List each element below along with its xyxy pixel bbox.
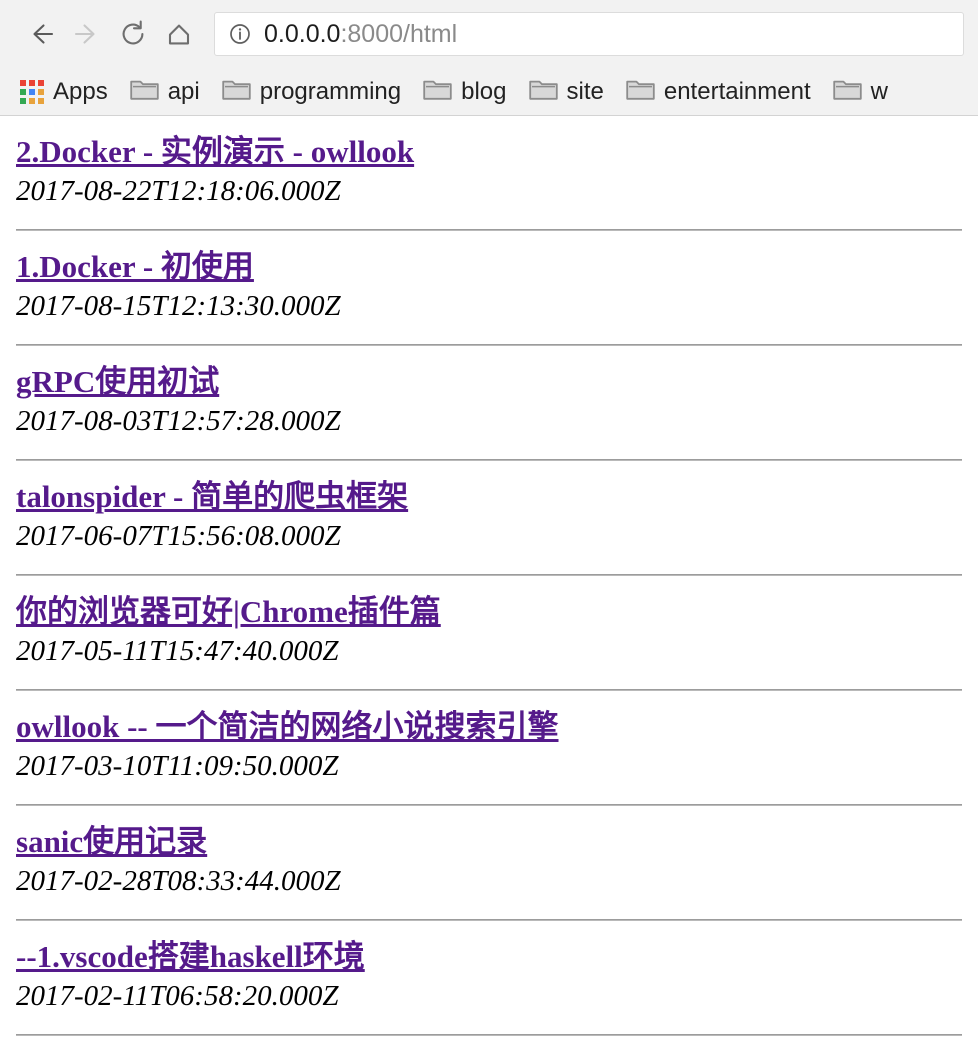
browser-toolbar: 0.0.0.0:8000/html — [0, 0, 978, 68]
reload-button[interactable] — [110, 11, 156, 57]
entry-date: 2017-08-03T12:57:28.000Z — [16, 405, 341, 437]
entry-link[interactable]: --1.vscode搭建haskell环境 — [16, 939, 365, 974]
bookmark-item-entertainment[interactable]: entertainment — [626, 77, 811, 106]
browser-chrome: 0.0.0.0:8000/html Apps api programming b… — [0, 0, 978, 116]
list-item: 1.Docker - 初使用 2017-08-15T12:13:30.000Z — [0, 231, 978, 346]
entry-link[interactable]: 2.Docker - 实例演示 - owllook — [16, 134, 414, 169]
list-item: sanic使用记录 2017-02-28T08:33:44.000Z — [0, 806, 978, 921]
reload-icon — [118, 19, 148, 49]
address-bar[interactable]: 0.0.0.0:8000/html — [214, 12, 964, 56]
url-path: :8000/html — [340, 20, 458, 48]
entry-title-row: owllook -- 一个简洁的网络小说搜索引擎 — [8, 691, 970, 745]
bookmark-item-blog[interactable]: blog — [423, 77, 507, 106]
entry-link[interactable]: gRPC使用初试 — [16, 364, 219, 399]
entry-title-row: talonspider - 简单的爬虫框架 — [8, 461, 970, 515]
entry-title-row: --1.vscode搭建haskell环境 — [8, 921, 970, 975]
list-item: owllook -- 一个简洁的网络小说搜索引擎 2017-03-10T11:0… — [0, 691, 978, 806]
folder-icon — [222, 77, 251, 106]
back-button[interactable] — [18, 11, 64, 57]
bookmark-label: site — [566, 77, 604, 105]
list-item: gRPC使用初试 2017-08-03T12:57:28.000Z — [0, 346, 978, 461]
bookmark-item-site[interactable]: site — [528, 77, 604, 106]
entry-title-row: gRPC使用初试 — [8, 346, 970, 400]
url-text: 0.0.0.0:8000/html — [264, 20, 457, 48]
home-icon — [164, 19, 194, 49]
entry-link[interactable]: 1.Docker - 初使用 — [16, 249, 254, 284]
entry-date: 2017-02-28T08:33:44.000Z — [16, 865, 341, 897]
entry-date: 2017-03-10T11:09:50.000Z — [16, 750, 339, 782]
entry-link[interactable]: 你的浏览器可好|Chrome插件篇 — [16, 594, 441, 629]
entry-date: 2017-06-07T15:56:08.000Z — [16, 520, 341, 552]
forward-button[interactable] — [64, 11, 110, 57]
list-item: talonspider - 简单的爬虫框架 2017-06-07T15:56:0… — [0, 461, 978, 576]
bookmark-label: w — [870, 77, 888, 105]
bookmark-label: programming — [259, 77, 402, 105]
entry-title-row: sanic使用记录 — [8, 806, 970, 860]
home-button[interactable] — [156, 11, 202, 57]
list-item: 2.Docker - 实例演示 - owllook 2017-08-22T12:… — [0, 116, 978, 231]
entry-link[interactable]: owllook -- 一个简洁的网络小说搜索引擎 — [16, 709, 559, 744]
bookmark-label: blog — [461, 77, 507, 105]
entry-date: 2017-05-11T15:47:40.000Z — [16, 635, 339, 667]
entry-date: 2017-08-22T12:18:06.000Z — [16, 175, 341, 207]
apps-grid-icon — [20, 79, 44, 104]
entry-title-row: 2.Docker - 实例演示 - owllook — [8, 116, 970, 170]
folder-icon — [423, 77, 452, 106]
folder-icon — [528, 77, 558, 106]
entry-separator — [16, 1034, 962, 1036]
bookmark-apps[interactable]: Apps — [20, 77, 108, 105]
bookmark-label: api — [167, 77, 200, 105]
folder-icon — [626, 77, 655, 106]
entry-link[interactable]: sanic使用记录 — [16, 824, 207, 859]
bookmark-label: entertainment — [663, 77, 811, 105]
entry-title-row: 1.Docker - 初使用 — [8, 231, 970, 285]
bookmark-item-truncated[interactable]: w — [832, 77, 888, 106]
bookmark-item-api[interactable]: api — [130, 77, 200, 106]
entry-date: 2017-08-15T12:13:30.000Z — [16, 290, 341, 322]
list-item: 你的浏览器可好|Chrome插件篇 2017-05-11T15:47:40.00… — [0, 576, 978, 691]
folder-icon — [130, 77, 159, 106]
arrow-left-icon — [26, 19, 56, 49]
page-content: 2.Docker - 实例演示 - owllook 2017-08-22T12:… — [0, 116, 978, 1036]
bookmark-item-programming[interactable]: programming — [222, 77, 401, 106]
info-circle-icon[interactable] — [229, 23, 251, 45]
url-host: 0.0.0.0 — [264, 20, 341, 48]
bookmarks-bar: Apps api programming blog site entertain… — [0, 68, 978, 115]
folder-icon — [832, 77, 862, 106]
bookmark-apps-label: Apps — [53, 77, 108, 105]
list-item: --1.vscode搭建haskell环境 2017-02-11T06:58:2… — [0, 921, 978, 1036]
entry-date: 2017-02-11T06:58:20.000Z — [16, 980, 339, 1012]
arrow-right-icon — [72, 19, 102, 49]
entry-title-row: 你的浏览器可好|Chrome插件篇 — [8, 576, 970, 630]
entry-link[interactable]: talonspider - 简单的爬虫框架 — [16, 479, 408, 514]
